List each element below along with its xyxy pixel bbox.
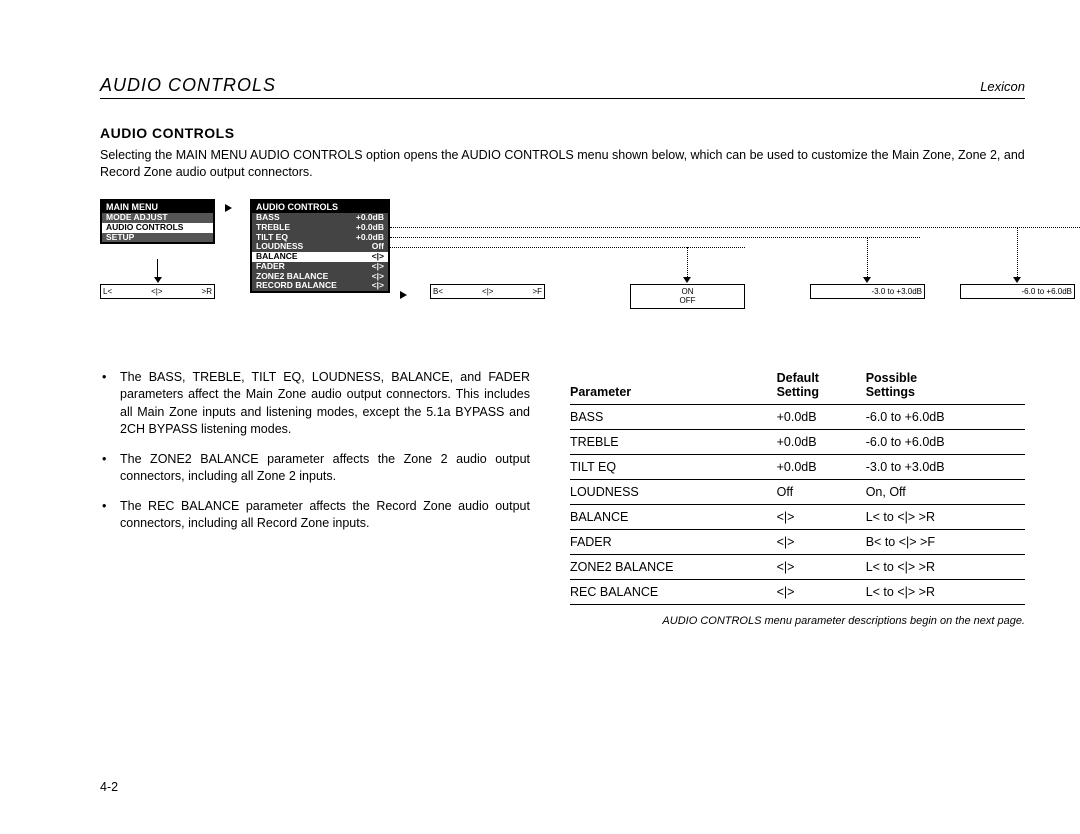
connector-line [390, 227, 1080, 228]
table-cell-possible: -6.0 to +6.0dB [866, 429, 1025, 454]
bullet-column: The BASS, TREBLE, TILT EQ, LOUDNESS, BAL… [100, 369, 530, 627]
table-cell-default: Off [777, 479, 866, 504]
bullet-list: The BASS, TREBLE, TILT EQ, LOUDNESS, BAL… [100, 369, 530, 533]
table-row: BASS+0.0dB-6.0 to +6.0dB [570, 404, 1025, 429]
table-cell-param: TILT EQ [570, 454, 777, 479]
fader-c: <|> [482, 287, 493, 297]
arrow-right-icon [400, 291, 407, 299]
table-row: TILT EQ+0.0dB-3.0 to +3.0dB [570, 454, 1025, 479]
table-cell-default: +0.0dB [777, 429, 866, 454]
connector-line [157, 259, 158, 279]
table-cell-param: TREBLE [570, 429, 777, 454]
content-area: AUDIO CONTROLS Selecting the MAIN MENU A… [100, 125, 1025, 627]
bullet-item: The ZONE2 BALANCE parameter affects the … [120, 451, 530, 486]
bullet-item: The BASS, TREBLE, TILT EQ, LOUDNESS, BAL… [120, 369, 530, 439]
arrow-down-icon [863, 277, 871, 283]
balance-lr-box: L< <|> >R [100, 284, 215, 300]
table-cell-param: BASS [570, 404, 777, 429]
audio-controls-menu-box: AUDIO CONTROLS BASS+0.0dBTREBLE+0.0dBTIL… [250, 199, 390, 293]
table-cell-default: <|> [777, 504, 866, 529]
table-cell-default: <|> [777, 554, 866, 579]
main-menu-box: MAIN MENU MODE ADJUSTAUDIO CONTROLSSETUP [100, 199, 215, 245]
menu-diagram: MAIN MENU MODE ADJUSTAUDIO CONTROLSSETUP… [100, 199, 1025, 344]
fader-f: >F [532, 287, 542, 297]
connector-line [390, 247, 745, 248]
table-cell-default: <|> [777, 529, 866, 554]
table-row: REC BALANCE<|>L< to <|> >R [570, 579, 1025, 604]
fader-b: B< [433, 287, 443, 297]
table-cell-param: REC BALANCE [570, 579, 777, 604]
table-cell-param: ZONE2 BALANCE [570, 554, 777, 579]
page-number: 4-2 [100, 780, 118, 794]
table-row: BALANCE<|>L< to <|> >R [570, 504, 1025, 529]
table-row: TREBLE+0.0dB-6.0 to +6.0dB [570, 429, 1025, 454]
tilteq-range-box: -3.0 to +3.0dB [810, 284, 925, 300]
connector-line [687, 247, 688, 279]
table-cell-default: +0.0dB [777, 454, 866, 479]
balance-l: L< [103, 287, 112, 297]
arrow-down-icon [683, 277, 691, 283]
intro-paragraph: Selecting the MAIN MENU AUDIO CONTROLS o… [100, 147, 1025, 181]
balance-c: <|> [151, 287, 162, 297]
two-column-layout: The BASS, TREBLE, TILT EQ, LOUDNESS, BAL… [100, 369, 1025, 627]
loudness-onoff-box: ON OFF [630, 284, 745, 309]
arrow-down-icon [1013, 277, 1021, 283]
th-default: Default Setting [777, 369, 866, 404]
section-title: AUDIO CONTROLS [100, 125, 1025, 141]
table-cell-param: FADER [570, 529, 777, 554]
basstreble-range-box: -6.0 to +6.0dB [960, 284, 1075, 300]
arrow-right-icon [225, 204, 232, 212]
table-cell-possible: -3.0 to +3.0dB [866, 454, 1025, 479]
table-row: FADER<|>B< to <|> >F [570, 529, 1025, 554]
connector-line [390, 237, 920, 238]
running-header: AUDIO CONTROLS Lexicon [100, 75, 1025, 99]
table-column: Parameter Default Setting Possible Setti… [570, 369, 1025, 627]
connector-line [1017, 227, 1018, 279]
header-right: Lexicon [980, 79, 1025, 94]
connector-line [867, 237, 868, 279]
parameters-table: Parameter Default Setting Possible Setti… [570, 369, 1025, 605]
arrow-down-icon [154, 277, 162, 283]
table-row: LOUDNESSOffOn, Off [570, 479, 1025, 504]
page: AUDIO CONTROLS Lexicon AUDIO CONTROLS Se… [0, 0, 1080, 834]
table-cell-possible: -6.0 to +6.0dB [866, 404, 1025, 429]
table-cell-default: <|> [777, 579, 866, 604]
table-row: ZONE2 BALANCE<|>L< to <|> >R [570, 554, 1025, 579]
table-cell-possible: L< to <|> >R [866, 504, 1025, 529]
table-cell-possible: B< to <|> >F [866, 529, 1025, 554]
balance-r: >R [202, 287, 212, 297]
audio-menu-item: RECORD BALANCE<|> [252, 281, 388, 291]
table-cell-default: +0.0dB [777, 404, 866, 429]
table-cell-param: BALANCE [570, 504, 777, 529]
header-left: AUDIO CONTROLS [100, 75, 276, 96]
table-cell-possible: L< to <|> >R [866, 579, 1025, 604]
table-cell-param: LOUDNESS [570, 479, 777, 504]
th-possible: Possible Settings [866, 369, 1025, 404]
fader-bf-box: B< <|> >F [430, 284, 545, 300]
bullet-item: The REC BALANCE parameter affects the Re… [120, 498, 530, 533]
th-parameter: Parameter [570, 369, 777, 404]
table-cell-possible: On, Off [866, 479, 1025, 504]
main-menu-item: SETUP [102, 233, 213, 243]
table-cell-possible: L< to <|> >R [866, 554, 1025, 579]
table-footnote: AUDIO CONTROLS menu parameter descriptio… [570, 615, 1025, 627]
